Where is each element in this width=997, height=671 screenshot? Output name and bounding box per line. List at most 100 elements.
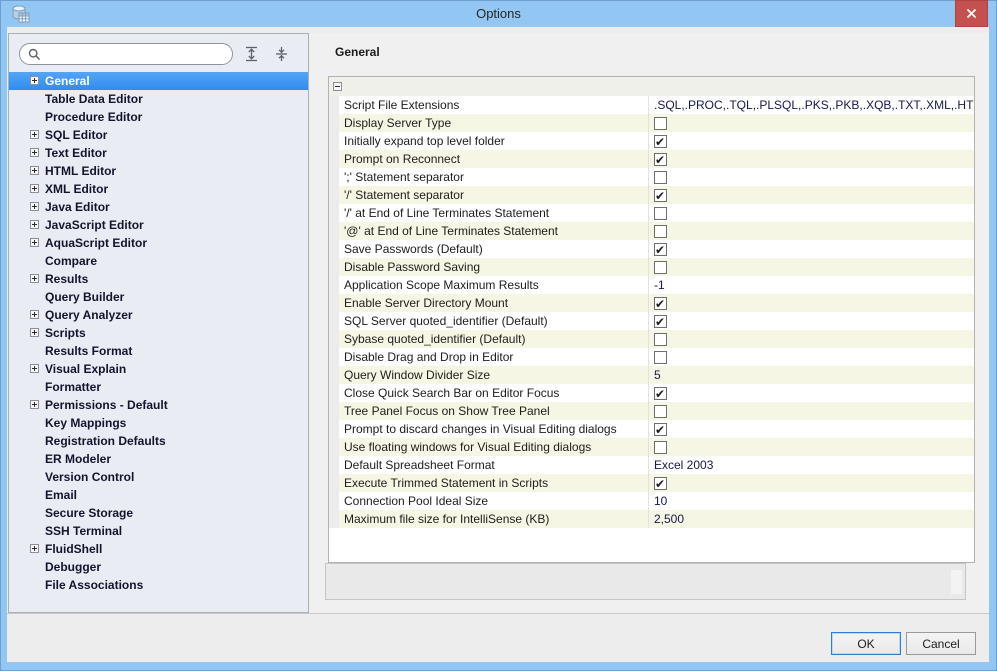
- tree-expand-plus-icon[interactable]: [30, 184, 39, 193]
- sidebar-item-er-modeler[interactable]: ER Modeler: [9, 450, 308, 468]
- setting-checkbox[interactable]: [654, 477, 667, 490]
- sidebar-item-javascript-editor[interactable]: JavaScript Editor: [9, 216, 308, 234]
- setting-checkbox[interactable]: [654, 189, 667, 202]
- setting-value-cell[interactable]: [648, 348, 974, 366]
- setting-checkbox[interactable]: [654, 351, 667, 364]
- sidebar-item-results[interactable]: Results: [9, 270, 308, 288]
- sidebar-item-table-data-editor[interactable]: Table Data Editor: [9, 90, 308, 108]
- setting-value-cell[interactable]: [648, 168, 974, 186]
- setting-checkbox[interactable]: [654, 117, 667, 130]
- setting-value-cell[interactable]: [648, 438, 974, 456]
- setting-checkbox[interactable]: [654, 387, 667, 400]
- setting-checkbox[interactable]: [654, 225, 667, 238]
- tree-expand-plus-icon[interactable]: [30, 202, 39, 211]
- sidebar-item-registration-defaults[interactable]: Registration Defaults: [9, 432, 308, 450]
- setting-checkbox[interactable]: [654, 297, 667, 310]
- setting-value-cell[interactable]: [648, 132, 974, 150]
- search-box[interactable]: [19, 43, 233, 65]
- setting-label: Save Passwords (Default): [339, 240, 648, 258]
- cancel-button[interactable]: Cancel: [906, 632, 976, 655]
- titlebar[interactable]: Options: [0, 0, 997, 27]
- tree-expand-plus-icon[interactable]: [30, 148, 39, 157]
- setting-checkbox[interactable]: [654, 315, 667, 328]
- sidebar-item-ssh-terminal[interactable]: SSH Terminal: [9, 522, 308, 540]
- setting-value-cell[interactable]: [648, 474, 974, 492]
- setting-value-cell[interactable]: [648, 330, 974, 348]
- setting-checkbox[interactable]: [654, 243, 667, 256]
- setting-value-cell[interactable]: 10: [648, 492, 974, 510]
- setting-value-cell[interactable]: .SQL,.PROC,.TQL,.PLSQL,.PKS,.PKB,.XQB,.T…: [648, 96, 975, 114]
- setting-value-cell[interactable]: [648, 258, 974, 276]
- setting-checkbox[interactable]: [654, 441, 667, 454]
- sidebar-item-query-analyzer[interactable]: Query Analyzer: [9, 306, 308, 324]
- collapse-all-button[interactable]: [269, 43, 293, 65]
- setting-value-cell[interactable]: [648, 222, 974, 240]
- tree-expand-plus-icon[interactable]: [30, 238, 39, 247]
- sidebar-item-debugger[interactable]: Debugger: [9, 558, 308, 576]
- setting-value-cell[interactable]: 2,500: [648, 510, 974, 528]
- expand-all-button[interactable]: [239, 43, 263, 65]
- sidebar-item-version-control[interactable]: Version Control: [9, 468, 308, 486]
- sidebar-item-sql-editor[interactable]: SQL Editor: [9, 126, 308, 144]
- sidebar-item-formatter[interactable]: Formatter: [9, 378, 308, 396]
- tree-expand-plus-icon[interactable]: [30, 130, 39, 139]
- sidebar-item-compare[interactable]: Compare: [9, 252, 308, 270]
- tree-expand-plus-icon[interactable]: [30, 364, 39, 373]
- sidebar-item-label: Results: [45, 272, 88, 286]
- tree-expand-plus-icon[interactable]: [30, 274, 39, 283]
- tree-expand-plus-icon[interactable]: [30, 166, 39, 175]
- settings-group-row[interactable]: [329, 77, 974, 96]
- setting-value-cell[interactable]: [648, 402, 974, 420]
- setting-value-cell[interactable]: [648, 420, 974, 438]
- sidebar-item-fluidshell[interactable]: FluidShell: [9, 540, 308, 558]
- search-input[interactable]: [45, 45, 224, 63]
- sidebar-item-general[interactable]: General: [9, 72, 308, 90]
- setting-checkbox[interactable]: [654, 153, 667, 166]
- tree-expand-plus-icon[interactable]: [30, 310, 39, 319]
- sidebar-item-procedure-editor[interactable]: Procedure Editor: [9, 108, 308, 126]
- tree-expand-plus-icon[interactable]: [30, 220, 39, 229]
- ok-button[interactable]: OK: [831, 632, 901, 655]
- setting-checkbox[interactable]: [654, 423, 667, 436]
- sidebar-item-email[interactable]: Email: [9, 486, 308, 504]
- setting-checkbox[interactable]: [654, 171, 667, 184]
- setting-value-cell[interactable]: [648, 240, 974, 258]
- setting-checkbox[interactable]: [654, 135, 667, 148]
- row-gutter: [329, 186, 339, 204]
- sidebar-item-visual-explain[interactable]: Visual Explain: [9, 360, 308, 378]
- setting-checkbox[interactable]: [654, 333, 667, 346]
- group-collapse-minus-icon[interactable]: [333, 82, 342, 91]
- sidebar-item-file-associations[interactable]: File Associations: [9, 576, 308, 594]
- sidebar-item-permissions-default[interactable]: Permissions - Default: [9, 396, 308, 414]
- sidebar-item-key-mappings[interactable]: Key Mappings: [9, 414, 308, 432]
- sidebar-item-scripts[interactable]: Scripts: [9, 324, 308, 342]
- setting-value-cell[interactable]: [648, 312, 974, 330]
- setting-value-cell[interactable]: [648, 186, 974, 204]
- sidebar-item-query-builder[interactable]: Query Builder: [9, 288, 308, 306]
- sidebar-item-xml-editor[interactable]: XML Editor: [9, 180, 308, 198]
- setting-checkbox[interactable]: [654, 405, 667, 418]
- tree-expand-plus-icon[interactable]: [30, 544, 39, 553]
- sidebar-item-java-editor[interactable]: Java Editor: [9, 198, 308, 216]
- setting-value-cell[interactable]: [648, 384, 974, 402]
- sidebar-item-secure-storage[interactable]: Secure Storage: [9, 504, 308, 522]
- setting-value-cell[interactable]: [648, 114, 974, 132]
- tree-expand-plus-icon[interactable]: [30, 76, 39, 85]
- setting-value-cell[interactable]: -1: [648, 276, 974, 294]
- setting-value-cell[interactable]: Excel 2003: [648, 456, 974, 474]
- tree-expand-plus-icon[interactable]: [30, 400, 39, 409]
- setting-checkbox[interactable]: [654, 261, 667, 274]
- tree-expand-plus-icon[interactable]: [30, 328, 39, 337]
- sidebar-item-results-format[interactable]: Results Format: [9, 342, 308, 360]
- setting-value-cell[interactable]: [648, 294, 974, 312]
- sidebar-item-aquascript-editor[interactable]: AquaScript Editor: [9, 234, 308, 252]
- sidebar-item-text-editor[interactable]: Text Editor: [9, 144, 308, 162]
- close-button[interactable]: [955, 0, 988, 27]
- sidebar-item-html-editor[interactable]: HTML Editor: [9, 162, 308, 180]
- setting-value-cell[interactable]: [648, 204, 974, 222]
- setting-value-cell[interactable]: 5: [648, 366, 974, 384]
- description-scrollbar-track[interactable]: [951, 570, 962, 594]
- sidebar-item-label: SQL Editor: [45, 128, 107, 142]
- setting-value-cell[interactable]: [648, 150, 974, 168]
- setting-checkbox[interactable]: [654, 207, 667, 220]
